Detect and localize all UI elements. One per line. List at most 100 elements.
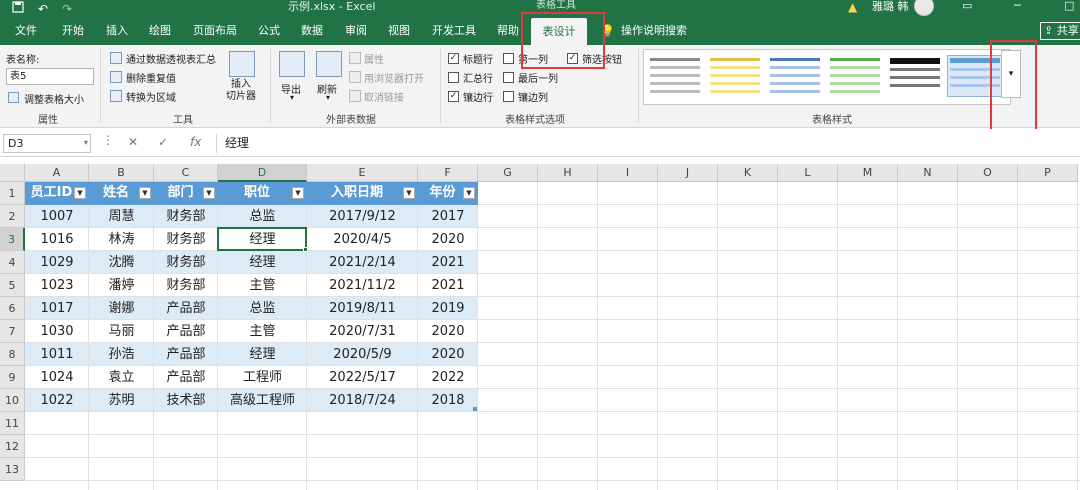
total-row-checkbox[interactable] [448, 72, 459, 83]
table-cell[interactable]: 2022 [418, 366, 478, 389]
table-cell[interactable]: 2021 [418, 274, 478, 297]
header-row-checkbox[interactable]: ✓ [448, 53, 459, 64]
name-box[interactable]: D3 [3, 134, 91, 153]
filter-dropdown-icon[interactable]: ▼ [203, 187, 215, 199]
column-header-n[interactable]: N [898, 164, 958, 182]
table-cell[interactable]: 苏明 [89, 389, 154, 412]
table-style-swatch[interactable] [648, 56, 702, 96]
convert-range-button[interactable]: 转换为区域 [126, 89, 176, 104]
table-style-swatch[interactable] [828, 56, 882, 96]
table-cell[interactable]: 袁立 [89, 366, 154, 389]
tab-review[interactable]: 审阅 [345, 17, 367, 45]
row-header-4[interactable]: 4 [0, 251, 25, 274]
column-header-j[interactable]: J [658, 164, 718, 182]
table-cell[interactable]: 技术部 [154, 389, 218, 412]
banded-columns-checkbox[interactable] [503, 91, 514, 102]
worksheet-grid[interactable]: A B C D E F G H I J K L M N O P 1 2 3 4 5 6 7 8 9 10 11 12 13 员工ID ▼ 姓名… [0, 164, 1080, 490]
filter-dropdown-icon[interactable]: ▼ [292, 187, 304, 199]
table-cell[interactable]: 2017 [418, 205, 478, 228]
table-header-cell[interactable]: 员工ID ▼ [25, 182, 89, 205]
enter-icon[interactable]: ✓ [158, 135, 168, 149]
table-cell[interactable]: 产品部 [154, 320, 218, 343]
tab-page-layout[interactable]: 页面布局 [193, 17, 237, 45]
row-header-5[interactable]: 5 [0, 274, 25, 297]
table-style-swatch[interactable] [768, 56, 822, 96]
filter-dropdown-icon[interactable]: ▼ [139, 187, 151, 199]
table-cell[interactable]: 2017/9/12 [307, 205, 418, 228]
share-button[interactable]: ⇪ 共享 [1040, 22, 1080, 40]
table-cell[interactable]: 财务部 [154, 274, 218, 297]
undo-icon[interactable]: ↶ [38, 2, 48, 16]
tab-help[interactable]: 帮助 [497, 17, 519, 45]
table-cell[interactable]: 周慧 [89, 205, 154, 228]
insert-function-icon[interactable]: fx [190, 135, 201, 149]
column-header-g[interactable]: G [478, 164, 538, 182]
table-cell[interactable]: 2018 [418, 389, 478, 412]
first-column-checkbox[interactable] [503, 53, 514, 64]
table-cell[interactable]: 潘婷 [89, 274, 154, 297]
table-cell[interactable]: 1024 [25, 366, 89, 389]
table-cell[interactable]: 财务部 [154, 228, 218, 251]
cancel-icon[interactable]: ✕ [128, 135, 138, 149]
table-cell[interactable]: 马丽 [89, 320, 154, 343]
banded-rows-checkbox[interactable]: ✓ [448, 91, 459, 102]
table-cell[interactable]: 经理 [218, 251, 307, 274]
table-cell[interactable]: 1007 [25, 205, 89, 228]
row-header-7[interactable]: 7 [0, 320, 25, 343]
table-header-cell[interactable]: 入职日期 ▼ [307, 182, 418, 205]
maximize-icon[interactable]: □ [1064, 0, 1074, 12]
table-cell[interactable]: 1016 [25, 228, 89, 251]
tab-view[interactable]: 视图 [388, 17, 410, 45]
column-header-i[interactable]: I [598, 164, 658, 182]
table-cell[interactable]: 1029 [25, 251, 89, 274]
table-cell[interactable]: 2019 [418, 297, 478, 320]
row-header-2[interactable]: 2 [0, 205, 25, 228]
tab-draw[interactable]: 绘图 [149, 17, 171, 45]
table-cell[interactable]: 2018/7/24 [307, 389, 418, 412]
table-cell[interactable]: 产品部 [154, 343, 218, 366]
table-cell[interactable]: 产品部 [154, 366, 218, 389]
table-cell[interactable]: 2020 [418, 343, 478, 366]
column-header-f[interactable]: F [418, 164, 478, 182]
remove-duplicates-button[interactable]: 删除重复值 [126, 70, 176, 85]
table-cell[interactable]: 2021/11/2 [307, 274, 418, 297]
table-header-cell[interactable]: 职位 ▼ [218, 182, 307, 205]
table-header-cell[interactable]: 姓名 ▼ [89, 182, 154, 205]
table-cell[interactable]: 高级工程师 [218, 389, 307, 412]
external-properties-button[interactable]: 属性 [364, 51, 384, 66]
table-style-swatch[interactable] [708, 56, 762, 96]
table-name-input[interactable]: 表5 [6, 68, 94, 85]
column-header-p[interactable]: P [1018, 164, 1078, 182]
open-browser-button[interactable]: 用浏览器打开 [364, 70, 424, 85]
table-resize-handle[interactable] [473, 407, 477, 411]
table-cell[interactable]: 2020/5/9 [307, 343, 418, 366]
select-all-corner[interactable] [0, 164, 25, 182]
table-cell[interactable]: 2020 [418, 228, 478, 251]
column-header-h[interactable]: H [538, 164, 598, 182]
tab-tell-me[interactable]: 操作说明搜索 [621, 17, 687, 45]
fill-handle[interactable] [303, 247, 308, 252]
column-header-e[interactable]: E [307, 164, 418, 182]
table-cell[interactable]: 产品部 [154, 297, 218, 320]
table-cell[interactable]: 1017 [25, 297, 89, 320]
tab-formulas[interactable]: 公式 [258, 17, 280, 45]
row-header-8[interactable]: 8 [0, 343, 25, 366]
row-header-9[interactable]: 9 [0, 366, 25, 389]
table-cell[interactable]: 1030 [25, 320, 89, 343]
table-cell[interactable]: 沈腾 [89, 251, 154, 274]
tab-home[interactable]: 开始 [62, 17, 84, 45]
tab-insert[interactable]: 插入 [106, 17, 128, 45]
table-cell[interactable]: 总监 [218, 297, 307, 320]
table-cell[interactable]: 1023 [25, 274, 89, 297]
chevron-down-icon[interactable]: ▾ [84, 138, 88, 147]
row-header-3[interactable]: 3 [0, 228, 25, 251]
filter-dropdown-icon[interactable]: ▼ [403, 187, 415, 199]
column-header-m[interactable]: M [838, 164, 898, 182]
table-cell[interactable]: 2019/8/11 [307, 297, 418, 320]
column-header-l[interactable]: L [778, 164, 838, 182]
row-header-12[interactable]: 12 [0, 435, 25, 458]
table-cell[interactable]: 2021/2/14 [307, 251, 418, 274]
table-cell[interactable]: 2022/5/17 [307, 366, 418, 389]
table-cell[interactable]: 经理 [218, 343, 307, 366]
table-cell[interactable]: 2020 [418, 320, 478, 343]
